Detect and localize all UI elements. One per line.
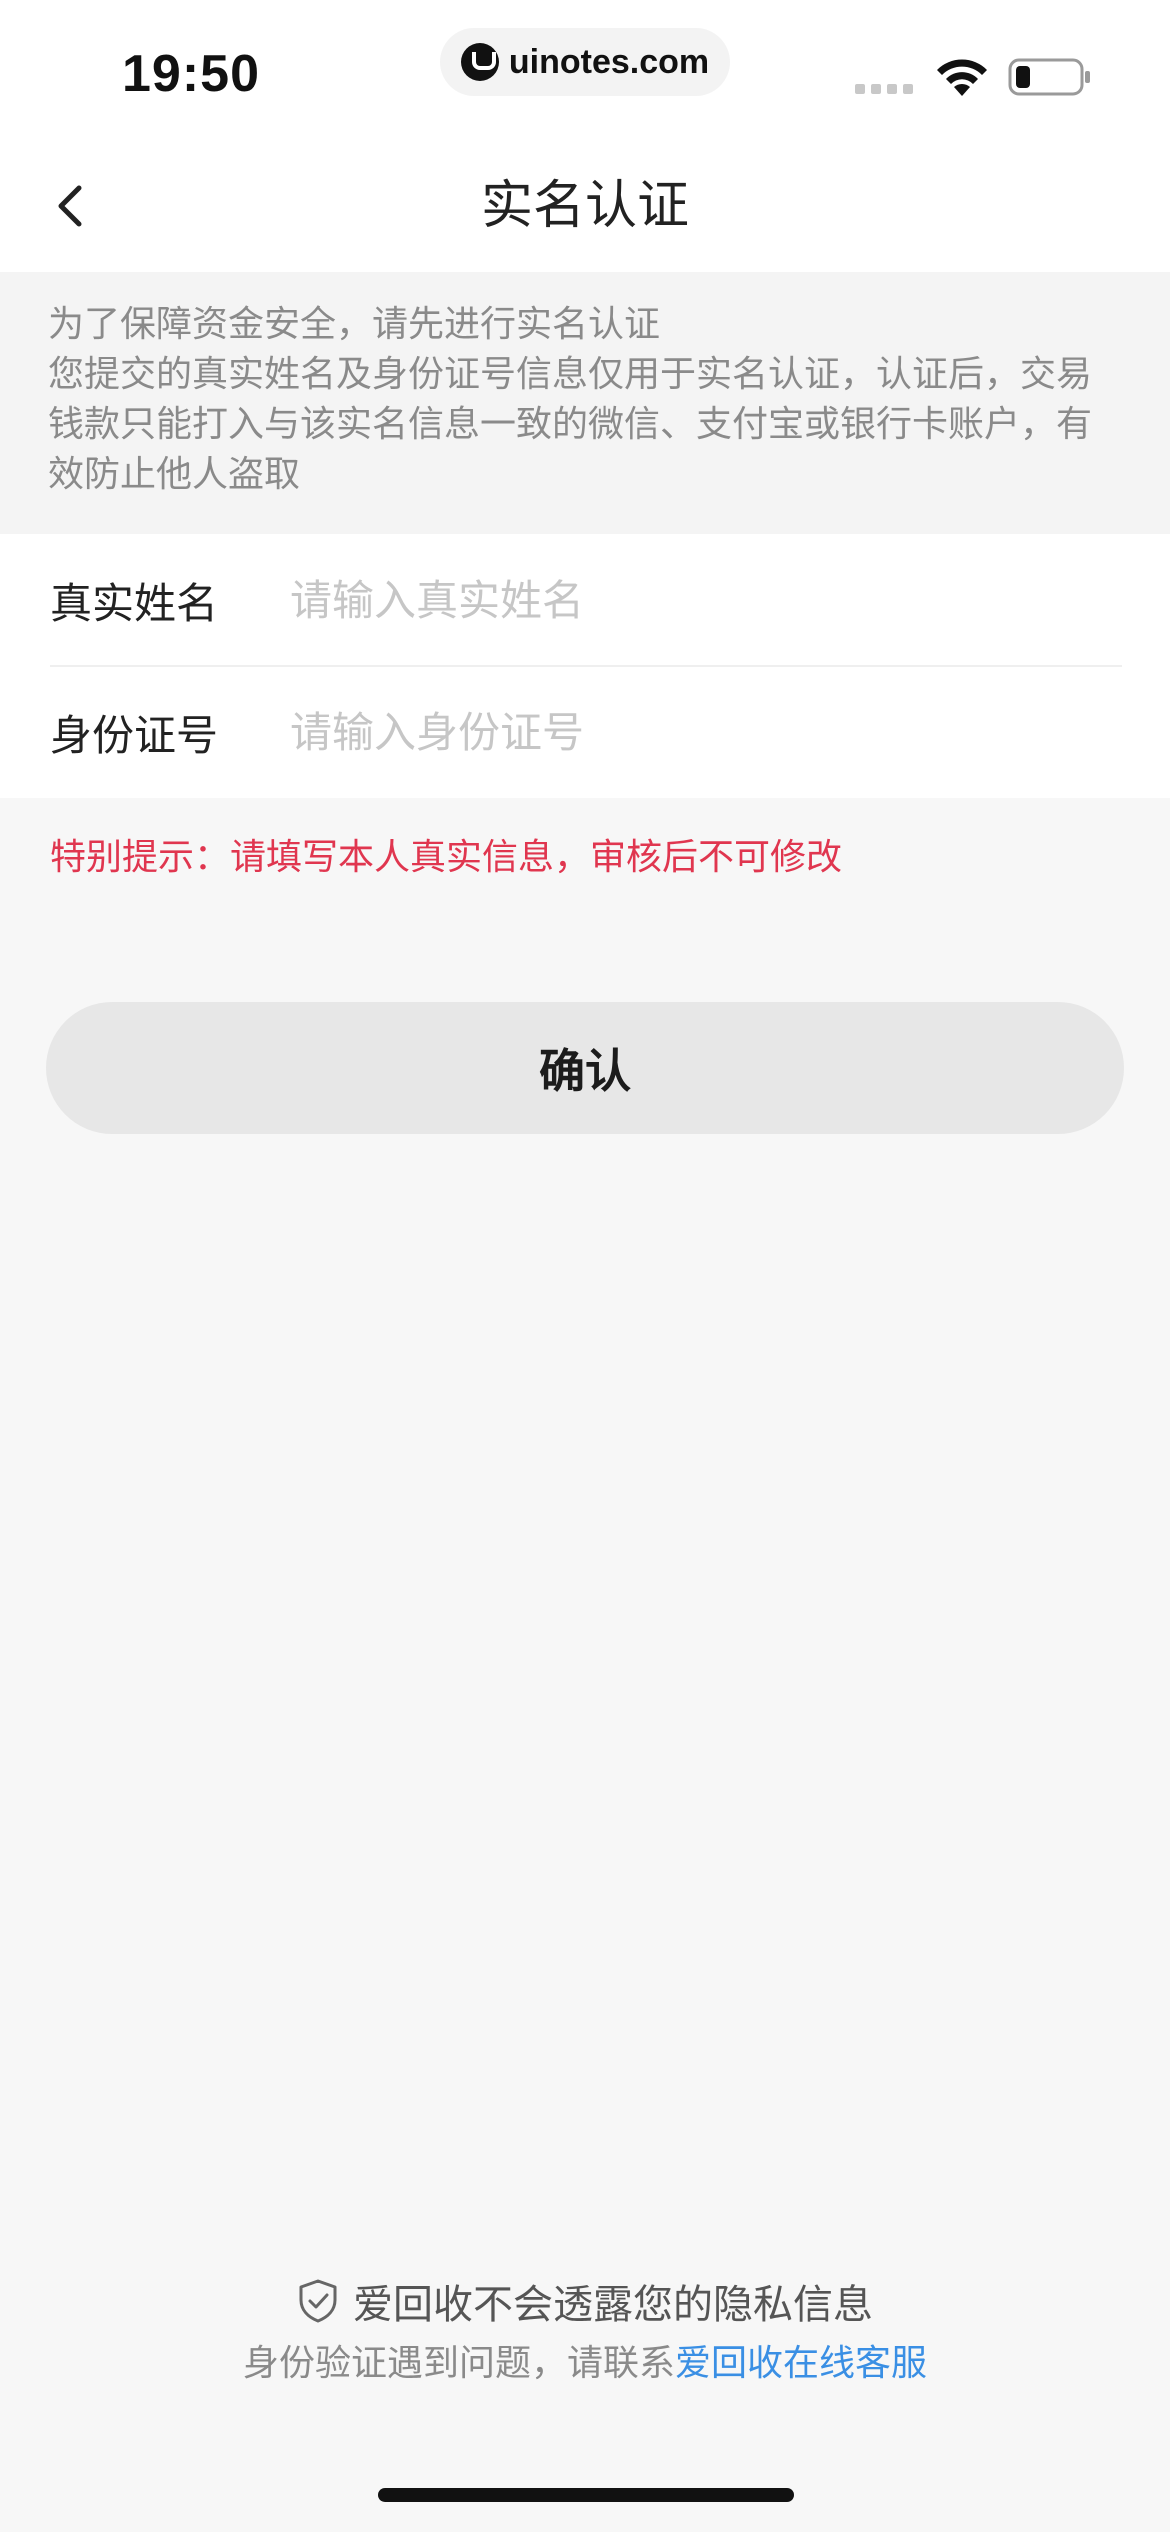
id-number-input[interactable] — [290, 692, 1110, 772]
url-pill[interactable]: uinotes.com — [440, 28, 730, 96]
help-line: 身份验证遇到问题，请联系爱回收在线客服 — [0, 2334, 1170, 2386]
help-prefix: 身份验证遇到问题，请联系 — [242, 2343, 675, 2384]
notice-line-1: 为了保障资金安全，请先进行实名认证 — [48, 304, 661, 345]
site-logo-icon — [460, 43, 499, 81]
status-bar: 19:50 uinotes.com — [0, 0, 1170, 140]
cellular-signal-icon — [855, 84, 913, 94]
notice-line-2: 您提交的真实姓名及身份证号信息仅用于实名认证，认证后，交易钱款只能打入与该实名信… — [48, 354, 1093, 495]
privacy-notice: 爱回收不会透露您的隐私信息 — [0, 2272, 1170, 2330]
home-indicator — [378, 2488, 794, 2502]
online-service-link[interactable]: 爱回收在线客服 — [675, 2343, 927, 2384]
wifi-icon — [937, 59, 987, 96]
page-title: 实名认证 — [480, 176, 689, 236]
id-row: 身份证号 — [0, 666, 1170, 798]
back-button[interactable] — [30, 166, 110, 246]
privacy-text: 爱回收不会透露您的隐私信息 — [353, 2282, 873, 2328]
real-name-input[interactable] — [290, 560, 1110, 640]
shield-check-icon — [299, 2279, 337, 2323]
nav-bar: 实名认证 — [0, 140, 1170, 272]
url-text: uinotes.com — [508, 42, 710, 81]
chevron-left-icon — [58, 185, 82, 227]
confirm-button[interactable]: 确认 — [46, 1002, 1124, 1134]
name-row: 真实姓名 — [0, 534, 1170, 666]
name-label: 真实姓名 — [50, 578, 219, 628]
warning-text: 特别提示：请填写本人真实信息，审核后不可修改 — [50, 837, 843, 878]
status-time: 19:50 — [122, 45, 260, 103]
notice-panel: 为了保障资金安全，请先进行实名认证 您提交的真实姓名及身份证号信息仅用于实名认证… — [0, 272, 1170, 534]
battery-low-icon — [1008, 58, 1090, 96]
identity-form: 真实姓名 身份证号 — [0, 534, 1170, 798]
id-label: 身份证号 — [50, 710, 219, 760]
